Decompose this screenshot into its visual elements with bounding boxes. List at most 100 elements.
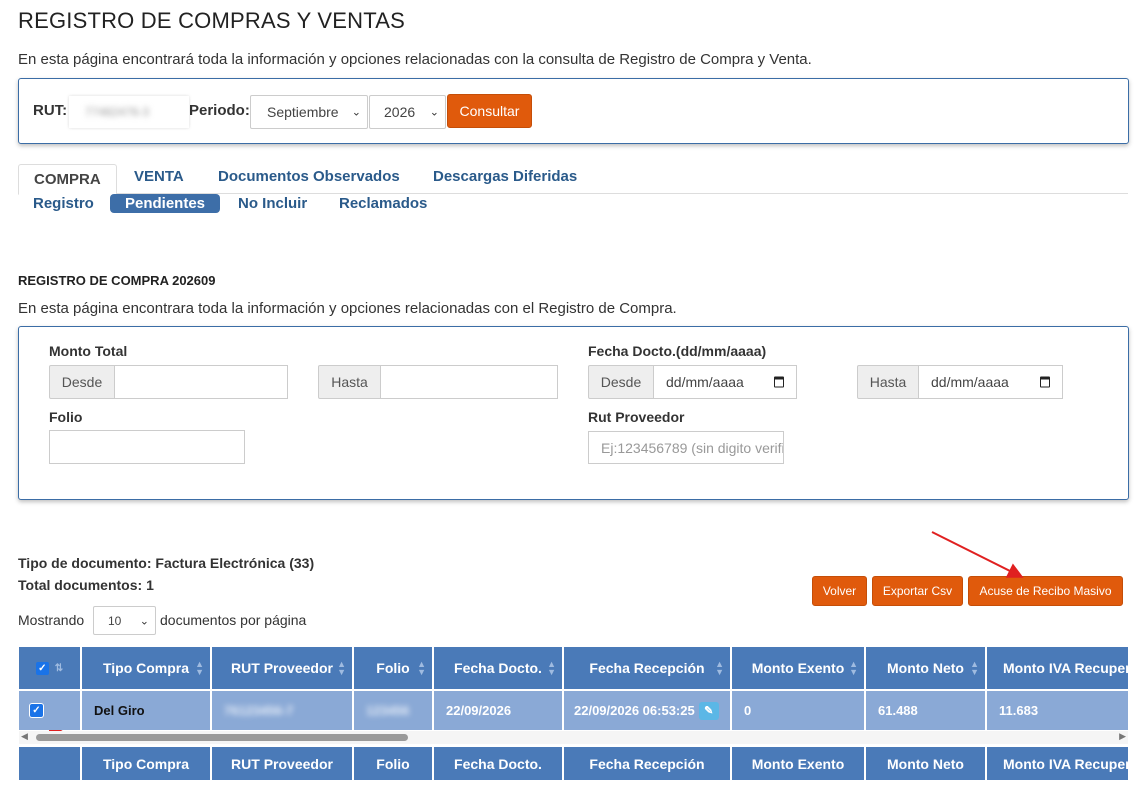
tab-compra[interactable]: COMPRA (18, 164, 117, 195)
fecha-desde-addon: Desde (588, 365, 654, 399)
col-fecha-recepcion[interactable]: Fecha Recepción ▲ ▼ (564, 647, 730, 689)
footer-col-monto-exento: Monto Exento (732, 747, 864, 780)
chevron-down-icon: ⌄ (139, 615, 149, 627)
edit-icon[interactable]: ✎ (698, 701, 719, 720)
col-folio[interactable]: Folio ▲ ▼ (354, 647, 432, 689)
monto-hasta-input[interactable] (381, 365, 558, 399)
sort-icon[interactable]: ⇅ (55, 663, 63, 674)
col-monto-neto[interactable]: Monto Neto ▲ ▼ (866, 647, 985, 689)
rut-proveedor-input[interactable]: Ej:123456789 (sin digito verificador) (588, 431, 784, 464)
period-label: Periodo: (189, 102, 250, 119)
monto-desde-group: Desde (49, 365, 288, 399)
arrow-to-acuse-button (931, 531, 1024, 578)
acuse-recibo-masivo-button[interactable]: Acuse de Recibo Masivo (968, 576, 1123, 606)
section-title: REGISTRO DE COMPRA 202609 (18, 273, 216, 288)
cell-monto-exento: 0 (732, 691, 864, 730)
tab-descargas-diferidas[interactable]: Descargas Diferidas (433, 168, 577, 185)
rut-proveedor-label: Rut Proveedor (588, 409, 685, 425)
col-rut-proveedor[interactable]: RUT Proveedor ▲ ▼ (212, 647, 352, 689)
sort-icon: ▲ ▼ (337, 659, 346, 677)
monto-hasta-group: Hasta (318, 365, 558, 399)
tipo-documento-text: Tipo de documento: Factura Electrónica (… (18, 555, 315, 571)
row-checkbox[interactable]: ✓ (30, 704, 43, 717)
per-page-label: documentos por página (160, 612, 307, 628)
subtab-registro[interactable]: Registro (33, 195, 94, 212)
cell-monto-iva: 11.683 (987, 691, 1128, 730)
sort-icon: ▲ ▼ (715, 659, 724, 677)
year-value: 2026 (384, 104, 416, 120)
section-description: En esta página encontrara toda la inform… (18, 300, 677, 317)
year-select[interactable]: 2026 ⌄ (369, 95, 446, 129)
cell-rut-proveedor[interactable]: 76123456-7 (212, 691, 352, 730)
cell-fecha-recepcion: 22/09/2026 06:53:25 ✎ (564, 691, 730, 730)
monto-desde-input[interactable] (115, 365, 288, 399)
fecha-docto-label: Fecha Docto.(dd/mm/aaaa) (588, 343, 767, 359)
sort-icon: ▲ ▼ (195, 659, 204, 677)
sort-icon: ▲ ▼ (547, 659, 556, 677)
subtab-no-incluir[interactable]: No Incluir (238, 195, 307, 212)
page-size-value: 10 (108, 613, 122, 628)
tab-documentos-observados[interactable]: Documentos Observados (218, 168, 400, 185)
query-panel: RUT: 77482476-3 Periodo: Septiembre ⌄ 20… (18, 78, 1129, 144)
sort-icon: ▲ ▼ (970, 659, 979, 677)
hasta-addon: Hasta (318, 365, 381, 399)
subtab-pendientes[interactable]: Pendientes (110, 194, 221, 213)
col-tipo-compra[interactable]: Tipo Compra ▲ ▼ (82, 647, 210, 689)
horizontal-scrollbar[interactable]: ◀ ▶ (19, 731, 1128, 744)
fecha-hasta-placeholder: dd/mm/aaaa (931, 374, 1009, 390)
subtab-reclamados[interactable]: Reclamados (339, 195, 427, 212)
cell-fecha-docto: 22/09/2026 (434, 691, 562, 730)
footer-col-fecha-docto: Fecha Docto. (434, 747, 562, 780)
rut-proveedor-placeholder: Ej:123456789 (sin digito verificador) (601, 439, 784, 456)
sort-icon: ▲ ▼ (417, 659, 426, 677)
col-fecha-docto[interactable]: Fecha Docto. ▲ ▼ (434, 647, 562, 689)
footer-col-monto-neto: Monto Neto (866, 747, 985, 780)
page-title: REGISTRO DE COMPRAS Y VENTAS (18, 8, 406, 33)
scroll-right-icon[interactable]: ▶ (1119, 731, 1126, 742)
footer-col-rut-proveedor: RUT Proveedor (212, 747, 352, 780)
footer-col-fecha-recepcion: Fecha Recepción (564, 747, 730, 780)
footer-col-tipo-compra: Tipo Compra (82, 747, 210, 780)
month-select[interactable]: Septiembre ⌄ (250, 95, 368, 129)
monto-total-label: Monto Total (49, 343, 128, 359)
sort-icon: ▲ ▼ (849, 659, 858, 677)
exportar-csv-button[interactable]: Exportar Csv (872, 576, 963, 606)
month-value: Septiembre (267, 104, 339, 120)
total-documentos-text: Total documentos: 1 (18, 577, 154, 593)
cell-folio[interactable]: 123456 (354, 691, 432, 730)
footer-select-header (19, 747, 80, 780)
volver-button[interactable]: Volver (812, 576, 867, 606)
row-select-cell[interactable]: ✓ (19, 691, 80, 730)
rut-value: 77482476-3 (85, 105, 150, 119)
col-monto-iva[interactable]: Monto IVA Recupera (987, 647, 1128, 689)
fecha-desde-group: Desde dd/mm/aaaa (588, 365, 797, 399)
folio-label: Folio (49, 409, 83, 425)
page-description: En esta página encontrará toda la inform… (18, 51, 812, 68)
consult-button[interactable]: Consultar (447, 94, 532, 128)
fecha-hasta-input[interactable]: dd/mm/aaaa (919, 365, 1063, 399)
fecha-hasta-group: Hasta dd/mm/aaaa (857, 365, 1063, 399)
calendar-icon[interactable] (774, 376, 784, 388)
fecha-desde-input[interactable]: dd/mm/aaaa (654, 365, 797, 399)
col-monto-exento[interactable]: Monto Exento ▲ ▼ (732, 647, 864, 689)
scrollbar-thumb[interactable] (36, 734, 408, 741)
calendar-icon[interactable] (1040, 376, 1050, 388)
filter-panel: Monto Total Desde Hasta Fecha Docto.(dd/… (18, 326, 1129, 500)
footer-col-folio: Folio (354, 747, 432, 780)
select-all-checkbox[interactable]: ✓ (35, 661, 49, 675)
desde-addon: Desde (49, 365, 115, 399)
fecha-desde-placeholder: dd/mm/aaaa (666, 374, 744, 390)
cell-tipo-compra: Del Giro (82, 691, 210, 730)
scroll-left-icon[interactable]: ◀ (21, 731, 28, 742)
mostrando-label: Mostrando (18, 612, 85, 628)
chevron-down-icon: ⌄ (429, 106, 439, 119)
chevron-down-icon: ⌄ (351, 106, 361, 119)
footer-col-monto-iva: Monto IVA Recupera (987, 747, 1128, 780)
tab-venta[interactable]: VENTA (134, 168, 184, 185)
folio-input[interactable] (49, 430, 245, 464)
rut-input[interactable]: 77482476-3 (69, 96, 189, 128)
fecha-hasta-addon: Hasta (857, 365, 919, 399)
rut-label: RUT: (33, 102, 68, 119)
select-all-header[interactable]: ✓ ⇅ (19, 647, 80, 689)
page-size-select[interactable]: 10 ⌄ (93, 606, 156, 635)
